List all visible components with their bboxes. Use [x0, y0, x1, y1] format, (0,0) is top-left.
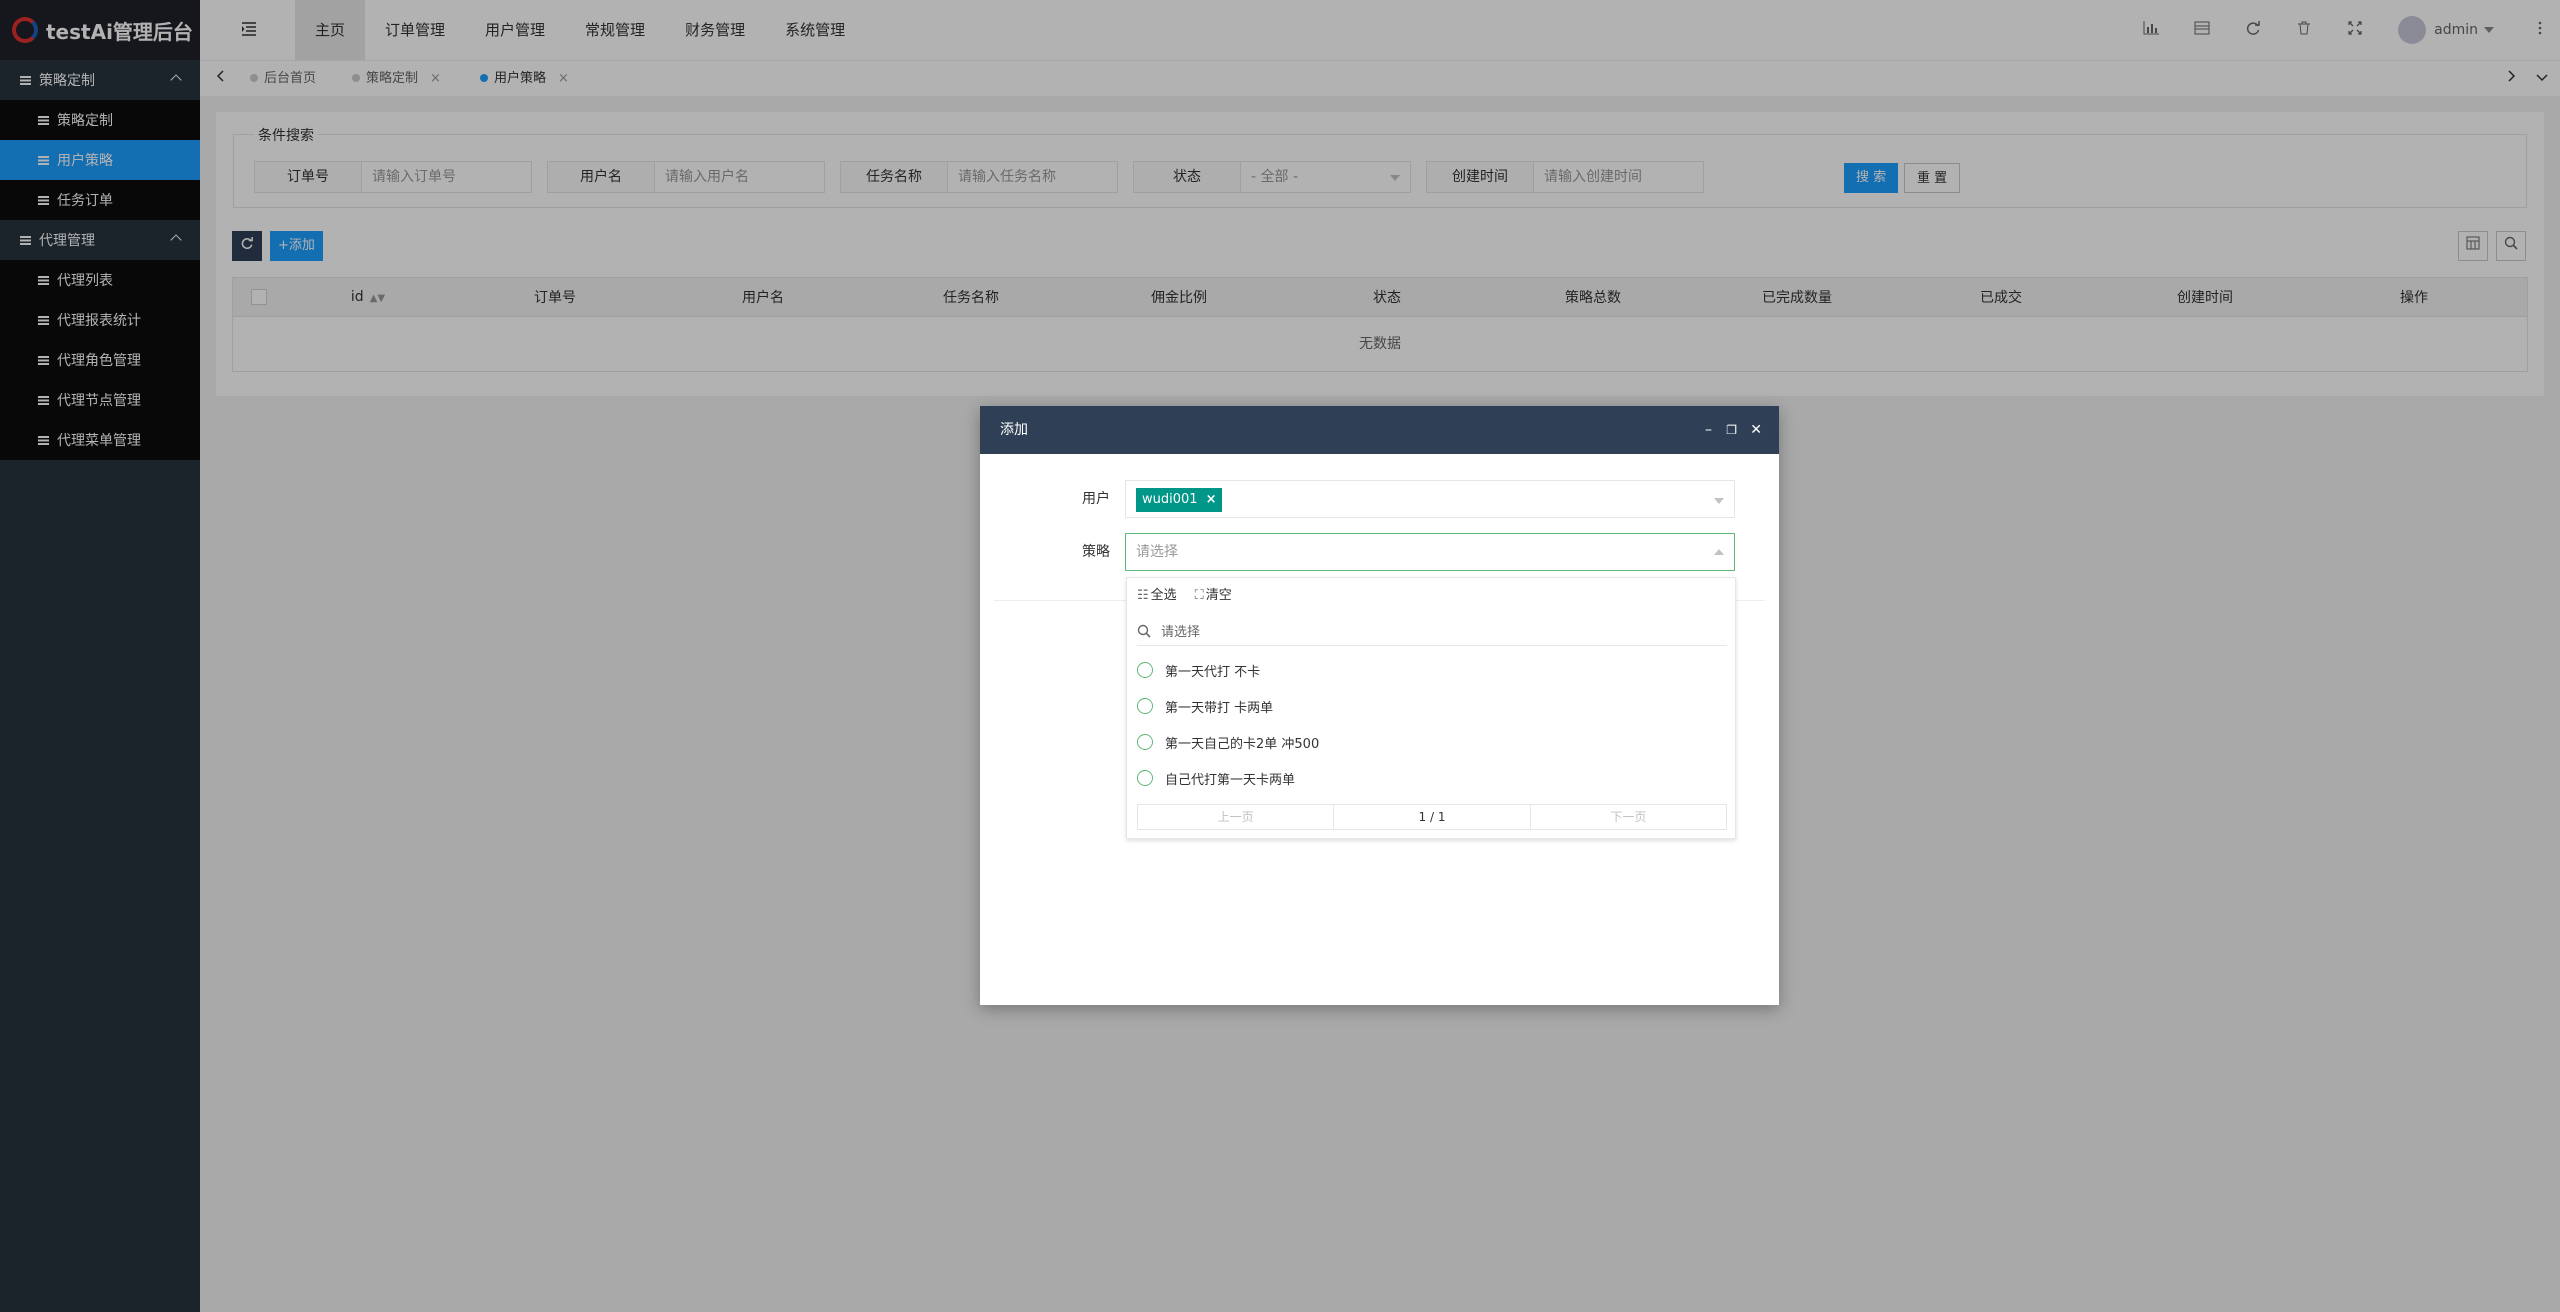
- radio-icon: [1137, 698, 1153, 714]
- maximize-icon[interactable]: ❐: [1726, 406, 1737, 454]
- clear-label: 清空: [1205, 588, 1232, 603]
- strategy-dropdown: ☷ 全选 ⛶ 清空 请选择 第一天代打 不卡 第一天带打 卡两单 第一天自己的卡2单…: [1126, 577, 1736, 839]
- user-select[interactable]: wudi001 ×: [1125, 480, 1735, 518]
- option-item[interactable]: 自己代打第一天卡两单: [1137, 760, 1295, 796]
- strategy-label: 策略: [1082, 544, 1110, 560]
- clear-button[interactable]: ⛶ 清空: [1195, 584, 1232, 608]
- dropdown-pagination: 上一页 1 / 1 下一页: [1137, 804, 1727, 830]
- search-icon: [1137, 624, 1151, 638]
- option-label: 第一天自己的卡2单 冲500: [1165, 736, 1320, 752]
- select-all-label: 全选: [1150, 588, 1177, 603]
- user-label: 用户: [1082, 491, 1110, 507]
- strategy-select[interactable]: 请选择: [1125, 533, 1735, 571]
- dialog-title: 添加: [1000, 422, 1028, 438]
- radio-icon: [1137, 662, 1153, 678]
- strategy-placeholder: 请选择: [1136, 544, 1178, 560]
- option-label: 自己代打第一天卡两单: [1165, 772, 1296, 788]
- strategy-row: 策略 请选择: [980, 533, 1779, 571]
- select-all-button[interactable]: ☷ 全选: [1137, 584, 1177, 608]
- dialog-header: 添加 – ❐ ✕: [980, 406, 1779, 454]
- close-icon[interactable]: ✕: [1750, 406, 1762, 454]
- chip-remove-icon[interactable]: ×: [1206, 492, 1217, 507]
- user-row: 用户 wudi001 ×: [980, 480, 1779, 518]
- dropdown-toolbar: ☷ 全选 ⛶ 清空: [1137, 584, 1232, 608]
- list-check-icon: ☷: [1137, 588, 1149, 603]
- radio-icon: [1137, 734, 1153, 750]
- option-item[interactable]: 第一天自己的卡2单 冲500: [1137, 724, 1319, 760]
- clear-icon: ⛶: [1194, 588, 1204, 603]
- option-item[interactable]: 第一天带打 卡两单: [1137, 688, 1273, 724]
- minimize-icon[interactable]: –: [1705, 406, 1712, 454]
- caret-down-icon: [1714, 498, 1724, 504]
- option-label: 第一天代打 不卡: [1165, 664, 1261, 680]
- dropdown-search[interactable]: 请选择: [1137, 616, 1727, 646]
- user-chip: wudi001 ×: [1136, 488, 1223, 512]
- option-label: 第一天带打 卡两单: [1165, 700, 1274, 716]
- page-indicator: 1 / 1: [1333, 805, 1529, 829]
- caret-up-icon: [1714, 549, 1724, 555]
- option-item[interactable]: 第一天代打 不卡: [1137, 652, 1260, 688]
- user-chip-label: wudi001: [1142, 492, 1198, 507]
- radio-icon: [1137, 770, 1153, 786]
- next-page-button[interactable]: 下一页: [1529, 805, 1726, 829]
- prev-page-button[interactable]: 上一页: [1138, 805, 1333, 829]
- dropdown-search-placeholder: 请选择: [1161, 625, 1201, 640]
